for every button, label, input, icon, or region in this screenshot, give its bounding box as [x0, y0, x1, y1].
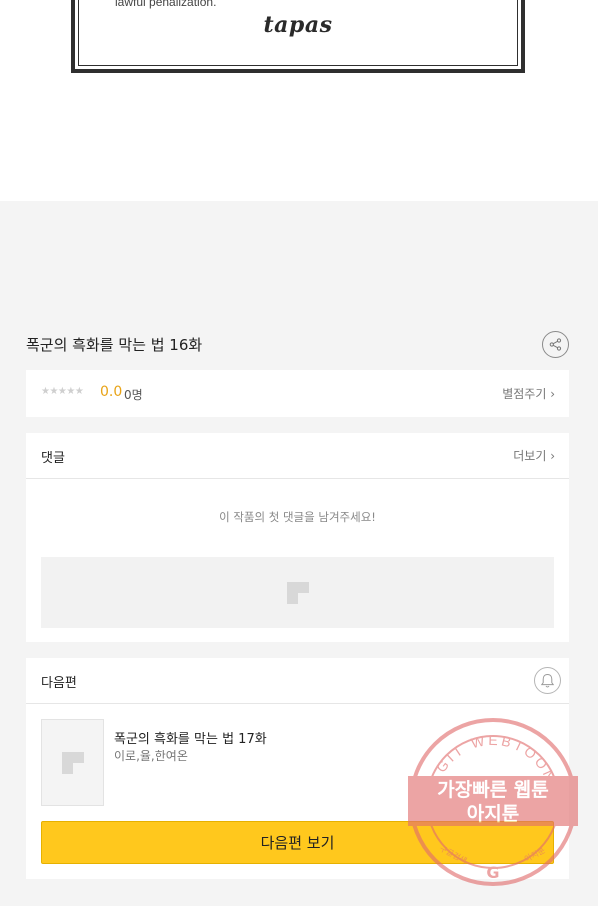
ad-banner-placeholder[interactable] — [41, 557, 554, 628]
next-episode-authors: 이로,율,한여온 — [114, 749, 188, 763]
rate-link[interactable]: 별점주기 › — [502, 385, 555, 402]
comments-header: 댓글 더보기 › — [26, 433, 569, 479]
notify-button[interactable] — [534, 667, 561, 694]
next-episode-title[interactable]: 폭군의 흑화를 막는 법 17화 — [114, 728, 267, 747]
empty-comments-message: 이 작품의 첫 댓글을 남겨주세요! — [219, 510, 376, 524]
comments-card: 댓글 더보기 › 이 작품의 첫 댓글을 남겨주세요! — [26, 433, 569, 642]
next-episode-heading: 다음편 — [41, 676, 77, 691]
episode-title: 폭군의 흑화를 막는 법 16화 — [26, 336, 203, 354]
comments-more-link[interactable]: 더보기 › — [513, 447, 555, 464]
notice-text: lawful penalization. — [115, 0, 217, 9]
webtoon-content-area: lawful penalization. tapas — [0, 0, 598, 201]
tapas-logo: tapas — [263, 12, 333, 38]
image-placeholder-icon — [61, 751, 84, 774]
share-icon — [549, 338, 562, 351]
bell-icon — [540, 673, 555, 687]
copyright-notice-frame: lawful penalization. tapas — [71, 0, 525, 73]
next-episode-button[interactable]: 다음편 보기 — [41, 821, 554, 864]
image-placeholder-icon — [286, 581, 309, 604]
notice-inner-border: lawful penalization. tapas — [78, 0, 518, 66]
comments-title: 댓글 — [41, 451, 65, 466]
rating-count: 0명 — [124, 388, 143, 402]
share-button[interactable] — [542, 331, 569, 358]
next-episode-thumbnail[interactable] — [41, 719, 104, 806]
rating-stars: ★★★★★ — [41, 386, 84, 397]
rating-card: ★★★★★ 0.0 0명 별점주기 › — [26, 370, 569, 417]
next-episode-header: 다음편 — [26, 658, 569, 704]
rating-score: 0.0 — [100, 384, 123, 400]
next-episode-card: 다음편 폭군의 흑화를 막는 법 17화 이로,율,한여온 다음편 보기 — [26, 658, 569, 879]
